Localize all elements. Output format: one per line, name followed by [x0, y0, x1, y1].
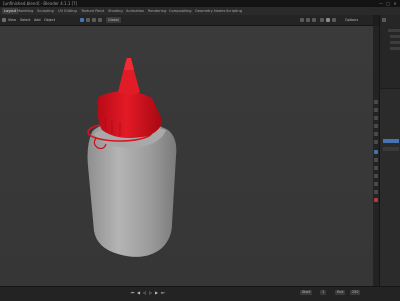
- end-frame-field[interactable]: 250: [350, 290, 361, 295]
- view-menu[interactable]: View: [8, 17, 16, 23]
- maximize-button[interactable]: □: [385, 1, 391, 6]
- minimize-button[interactable]: —: [378, 1, 384, 6]
- end-frame-label: End: [335, 290, 346, 295]
- tab-compositing[interactable]: Compositing: [167, 8, 194, 14]
- title-bar: [unfinished.blend] - Blender 4.1.1 [?] —…: [0, 0, 400, 7]
- tab-shading[interactable]: Shading: [106, 8, 125, 14]
- properties-editor[interactable]: [379, 89, 400, 286]
- tool-icon[interactable]: [374, 100, 378, 104]
- tab-scripting[interactable]: Scripting: [224, 8, 244, 14]
- render-icon[interactable]: [374, 108, 378, 112]
- workspace-tabs: Layout Modeling Sculpting UV Editing Tex…: [0, 7, 400, 15]
- prev-keyframe-icon[interactable]: ◀: [136, 290, 141, 295]
- property-field[interactable]: [383, 147, 399, 151]
- output-icon[interactable]: [374, 116, 378, 120]
- tab-modeling[interactable]: Modeling: [15, 8, 35, 14]
- outliner-item[interactable]: [390, 41, 400, 44]
- timeline: ⏮ ◀ ◁ ▷ ▶ ⏭ Start 1 End 250: [0, 286, 400, 301]
- constraints-icon[interactable]: [374, 182, 378, 186]
- editor-type-icon[interactable]: [2, 18, 6, 22]
- window-title: [unfinished.blend] - Blender 4.1.1 [?]: [3, 1, 77, 6]
- material-preview-icon[interactable]: [332, 18, 336, 22]
- outliner-item[interactable]: [388, 29, 400, 32]
- material-icon[interactable]: [374, 198, 378, 202]
- orientation-dropdown[interactable]: Global: [106, 17, 121, 23]
- outliner-item[interactable]: [390, 35, 400, 38]
- transform-gizmo-icon[interactable]: [80, 18, 84, 22]
- play-reverse-icon[interactable]: ◁: [142, 290, 147, 295]
- gizmo-toggle-icon[interactable]: [306, 18, 310, 22]
- visibility-icon[interactable]: [300, 18, 304, 22]
- start-frame-field[interactable]: 1: [320, 290, 327, 295]
- 3d-viewport[interactable]: [0, 26, 373, 286]
- outliner-item[interactable]: [390, 47, 400, 50]
- nozzle-tip: [124, 58, 134, 70]
- active-object-field[interactable]: [383, 139, 399, 143]
- jump-start-icon[interactable]: ⏮: [130, 290, 135, 295]
- start-frame-label: Start: [300, 290, 313, 295]
- add-menu[interactable]: Add: [34, 17, 41, 23]
- viewport-header: View Select Add Object Global Options: [0, 15, 373, 26]
- tab-geometry-nodes[interactable]: Geometry Nodes: [193, 8, 227, 14]
- select-menu[interactable]: Select: [20, 17, 30, 23]
- world-icon[interactable]: [374, 140, 378, 144]
- physics-icon[interactable]: [374, 174, 378, 178]
- pivot-icon[interactable]: [98, 18, 102, 22]
- particles-icon[interactable]: [374, 166, 378, 170]
- snap-icon[interactable]: [86, 18, 90, 22]
- options-menu[interactable]: Options: [345, 17, 358, 23]
- view-layer-icon[interactable]: [374, 124, 378, 128]
- jump-end-icon[interactable]: ⏭: [160, 290, 165, 295]
- overlay-icon[interactable]: [312, 18, 316, 22]
- object-menu[interactable]: Object: [44, 17, 55, 23]
- tab-uv-editing[interactable]: UV Editing: [56, 8, 79, 14]
- solid-shading-icon[interactable]: [326, 18, 330, 22]
- modifier-icon[interactable]: [374, 158, 378, 162]
- tab-rendering[interactable]: Rendering: [146, 8, 168, 14]
- object-properties-icon[interactable]: [374, 150, 378, 154]
- cap[interactable]: [97, 90, 163, 138]
- outliner[interactable]: [379, 15, 400, 88]
- close-button[interactable]: ✕: [392, 1, 398, 6]
- proportional-edit-icon[interactable]: [92, 18, 96, 22]
- scene-icon[interactable]: [374, 132, 378, 136]
- outliner-editor-icon[interactable]: [382, 18, 386, 22]
- data-icon[interactable]: [374, 190, 378, 194]
- tab-texture-paint[interactable]: Texture Paint: [79, 8, 106, 14]
- xray-icon[interactable]: [320, 18, 324, 22]
- next-keyframe-icon[interactable]: ▶: [154, 290, 159, 295]
- tab-animation[interactable]: Animation: [124, 8, 146, 14]
- tab-sculpting[interactable]: Sculpting: [35, 8, 56, 14]
- play-icon[interactable]: ▷: [148, 290, 153, 295]
- viewport-scene: [87, 58, 177, 257]
